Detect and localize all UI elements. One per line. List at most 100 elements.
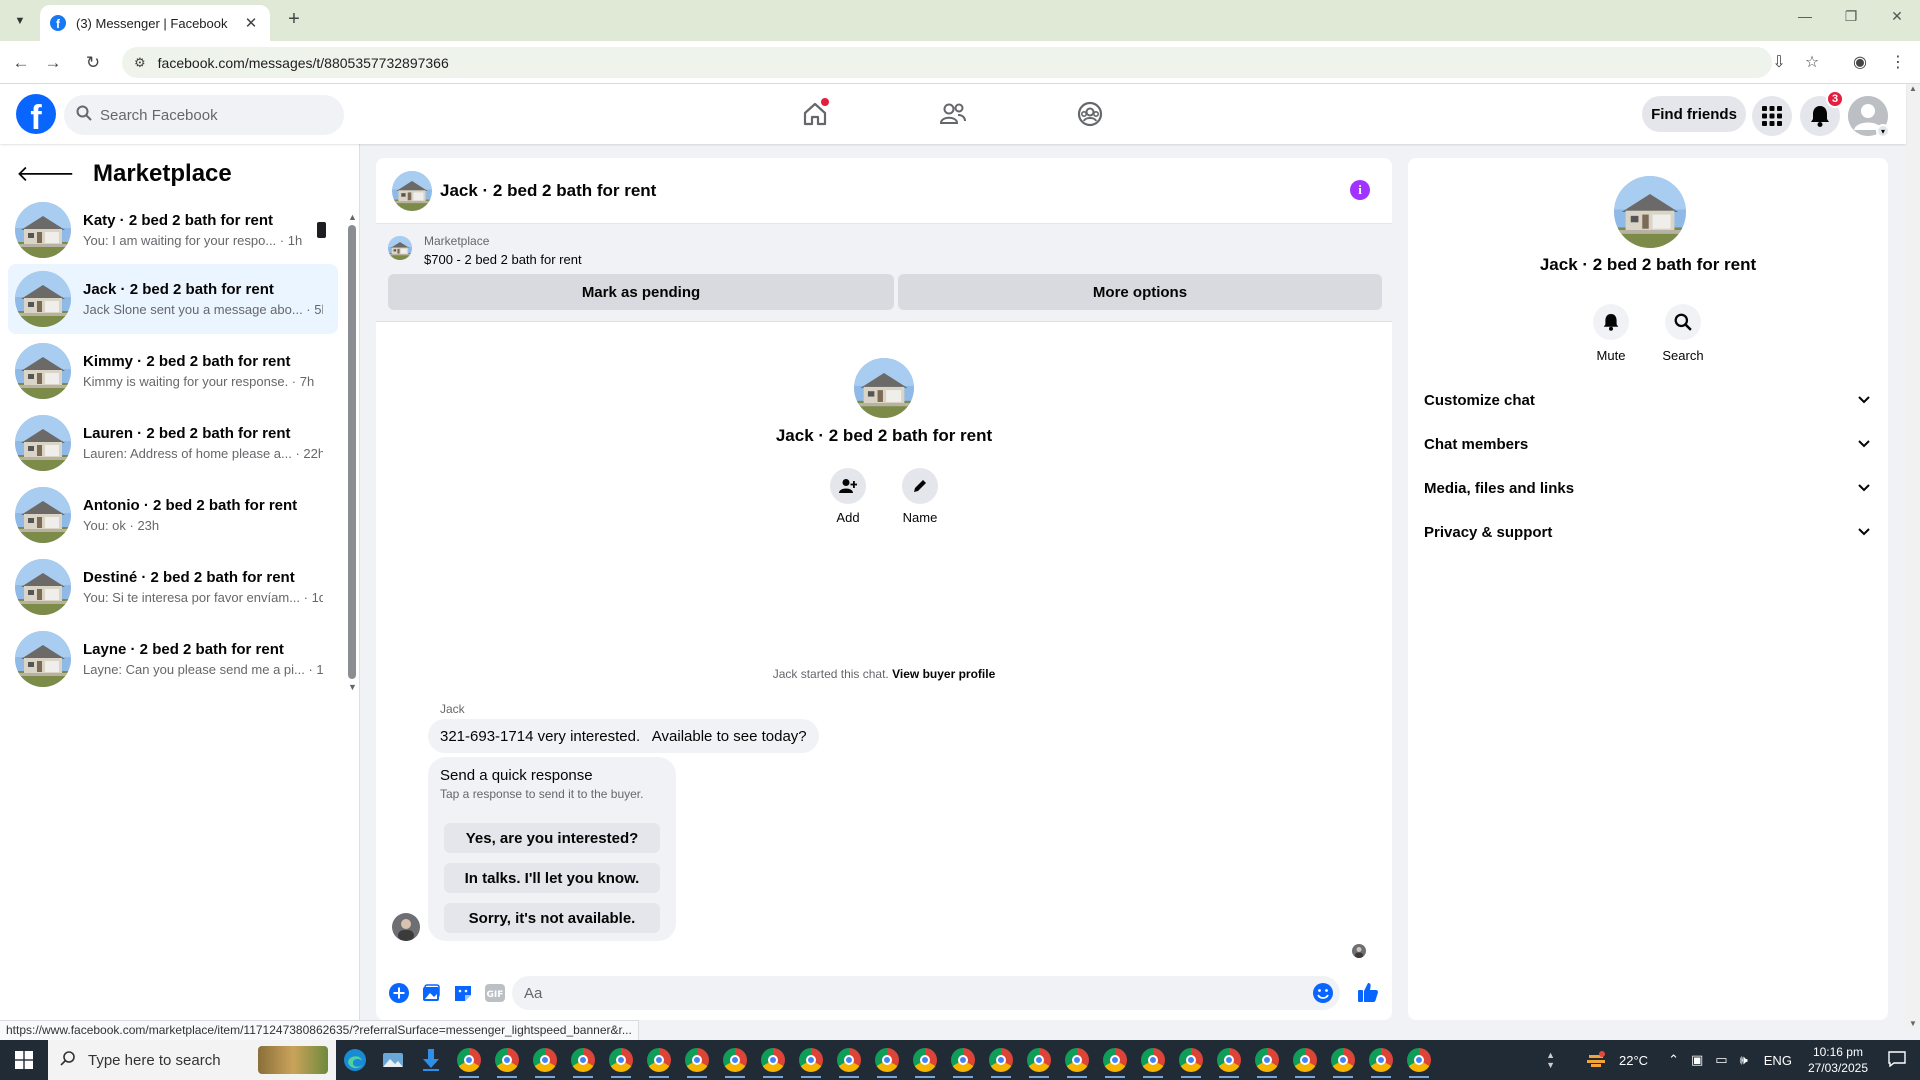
find-friends-button[interactable]: Find friends [1642,96,1746,132]
downloads-icon[interactable] [412,1040,450,1080]
search-input[interactable] [100,106,320,124]
conversation-info-icon[interactable]: i [1350,180,1370,200]
scroll-down-icon[interactable]: ▼ [348,682,357,692]
facebook-search[interactable] [64,95,344,135]
photos-app-icon[interactable] [374,1040,412,1080]
close-window-icon[interactable]: ✕ [1882,8,1912,25]
chrome-taskbar-icon[interactable] [754,1040,792,1080]
restore-icon[interactable]: ❐ [1836,8,1866,25]
profile-icon[interactable]: ◉ [1849,52,1871,72]
sender-avatar[interactable] [392,913,420,941]
add-people-button[interactable]: Add [818,468,878,525]
weather-icon[interactable] [1585,1050,1607,1071]
message-input-wrapper[interactable] [512,976,1340,1010]
message-input[interactable] [524,984,1284,1002]
scrollbar-thumb[interactable] [348,225,356,679]
chrome-taskbar-icon[interactable] [526,1040,564,1080]
more-options-button[interactable]: More options [898,274,1382,310]
emoji-icon[interactable] [1312,982,1334,1009]
minimize-icon[interactable]: — [1790,8,1820,24]
camera-icon[interactable]: ▣ [1691,1052,1703,1068]
conversation-item-kimmy[interactable]: Kimmy · 2 bed 2 bath for rent Kimmy is wa… [8,336,338,406]
chrome-taskbar-icon[interactable] [1248,1040,1286,1080]
conversation-item-antonio[interactable]: Antonio · 2 bed 2 bath for rent You: ok ·… [8,480,338,550]
reload-icon[interactable]: ↻ [80,50,106,76]
customize-chat-section[interactable]: Customize chat [1424,382,1872,418]
chrome-taskbar-icon[interactable] [982,1040,1020,1080]
tab-close-icon[interactable]: ✕ [242,14,260,32]
tab-search-chevron-icon[interactable]: ▼ [8,10,32,32]
address-bar[interactable]: ⚙ facebook.com/messages/t/88053577328973… [122,47,1772,78]
page-scrollbar[interactable]: ▲ ▼ [1906,84,1920,1028]
chrome-taskbar-icon[interactable] [868,1040,906,1080]
media-files-links-section[interactable]: Media, files and links [1424,470,1872,506]
view-buyer-profile-link[interactable]: View buyer profile [892,667,995,681]
windows-start-icon[interactable] [0,1040,48,1080]
bookmark-star-icon[interactable]: ☆ [1801,52,1823,72]
chrome-taskbar-icon[interactable] [1134,1040,1172,1080]
taskbar-clock[interactable]: 10:16 pm 27/03/2025 [1808,1044,1868,1076]
chrome-taskbar-icon[interactable] [906,1040,944,1080]
language-indicator[interactable]: ENG [1764,1053,1792,1068]
menu-grid-icon[interactable] [1752,96,1792,136]
page-scroll-down-icon[interactable]: ▼ [1906,1019,1920,1028]
photo-icon[interactable] [420,982,442,1004]
page-scroll-up-icon[interactable]: ▲ [1906,84,1920,93]
account-avatar-icon[interactable]: ▾ [1848,96,1890,138]
plus-circle-icon[interactable] [388,982,410,1004]
browser-tab-messenger[interactable]: f (3) Messenger | Facebook ✕ [40,5,270,41]
marketplace-listing-banner[interactable]: Marketplace $700 - 2 bed 2 bath for rent… [376,224,1392,322]
tray-overflow-chevron-icon[interactable]: ⌃ [1668,1052,1679,1068]
chat-members-section[interactable]: Chat members [1424,426,1872,462]
volume-icon[interactable]: 🕪 [1740,1052,1748,1068]
quick-reply-not-available-button[interactable]: Sorry, it's not available. [444,903,660,933]
chat-title[interactable]: Jack · 2 bed 2 bath for rent [440,181,656,201]
home-icon[interactable] [795,96,835,132]
chrome-taskbar-icon[interactable] [678,1040,716,1080]
notification-center-icon[interactable] [1888,1050,1906,1070]
chrome-taskbar-icon[interactable] [1400,1040,1438,1080]
chrome-taskbar-icon[interactable] [1058,1040,1096,1080]
back-icon[interactable]: ← [8,50,34,76]
details-avatar[interactable] [1614,176,1686,248]
quick-reply-in-talks-button[interactable]: In talks. I'll let you know. [444,863,660,893]
chrome-taskbar-icon[interactable] [488,1040,526,1080]
install-app-icon[interactable]: ⇩ [1768,52,1790,72]
sticker-icon[interactable] [452,982,474,1004]
back-arrow-icon[interactable]: 🡐 [16,161,75,187]
edge-icon[interactable] [336,1040,374,1080]
browser-menu-icon[interactable]: ⋮ [1887,52,1909,72]
chrome-taskbar-icon[interactable] [1362,1040,1400,1080]
chrome-taskbar-icon[interactable] [1172,1040,1210,1080]
chat-avatar[interactable] [392,171,432,211]
chrome-taskbar-icon[interactable] [564,1040,602,1080]
conversation-item-katy[interactable]: Katy · 2 bed 2 bath for rent You: I am wa… [8,195,338,265]
mark-as-pending-button[interactable]: Mark as pending [388,274,894,310]
taskbar-search[interactable]: Type here to search [48,1040,336,1080]
chrome-taskbar-icon[interactable] [944,1040,982,1080]
chrome-taskbar-icon[interactable] [830,1040,868,1080]
conversation-item-destine[interactable]: Destiné · 2 bed 2 bath for rent You: Si t… [8,552,338,622]
groups-icon[interactable] [1070,96,1110,132]
site-info-icon[interactable]: ⚙ [134,55,146,71]
conversations-scrollbar[interactable]: ▲ ▼ [348,212,357,692]
chrome-taskbar-icon[interactable] [602,1040,640,1080]
new-tab-icon[interactable]: + [282,8,306,31]
chrome-taskbar-icon[interactable] [1096,1040,1134,1080]
mute-button[interactable]: Mute [1581,304,1641,363]
chrome-taskbar-icon[interactable] [1324,1040,1362,1080]
chrome-taskbar-icon[interactable] [1210,1040,1248,1080]
chrome-taskbar-icon[interactable] [716,1040,754,1080]
facebook-logo-icon[interactable]: f [16,94,56,134]
notifications-bell-icon[interactable]: 3 [1800,90,1844,136]
forward-icon[interactable]: → [40,50,66,76]
name-chat-button[interactable]: Name [890,468,950,525]
chrome-taskbar-icon[interactable] [640,1040,678,1080]
chrome-taskbar-icon[interactable] [1286,1040,1324,1080]
gif-icon[interactable]: GIF [484,982,506,1004]
chrome-taskbar-icon[interactable] [792,1040,830,1080]
weather-temperature[interactable]: 22°C [1619,1053,1648,1068]
quick-reply-yes-button[interactable]: Yes, are you interested? [444,823,660,853]
search-in-conversation-button[interactable]: Search [1653,304,1713,363]
scroll-up-icon[interactable]: ▲ [348,212,357,222]
